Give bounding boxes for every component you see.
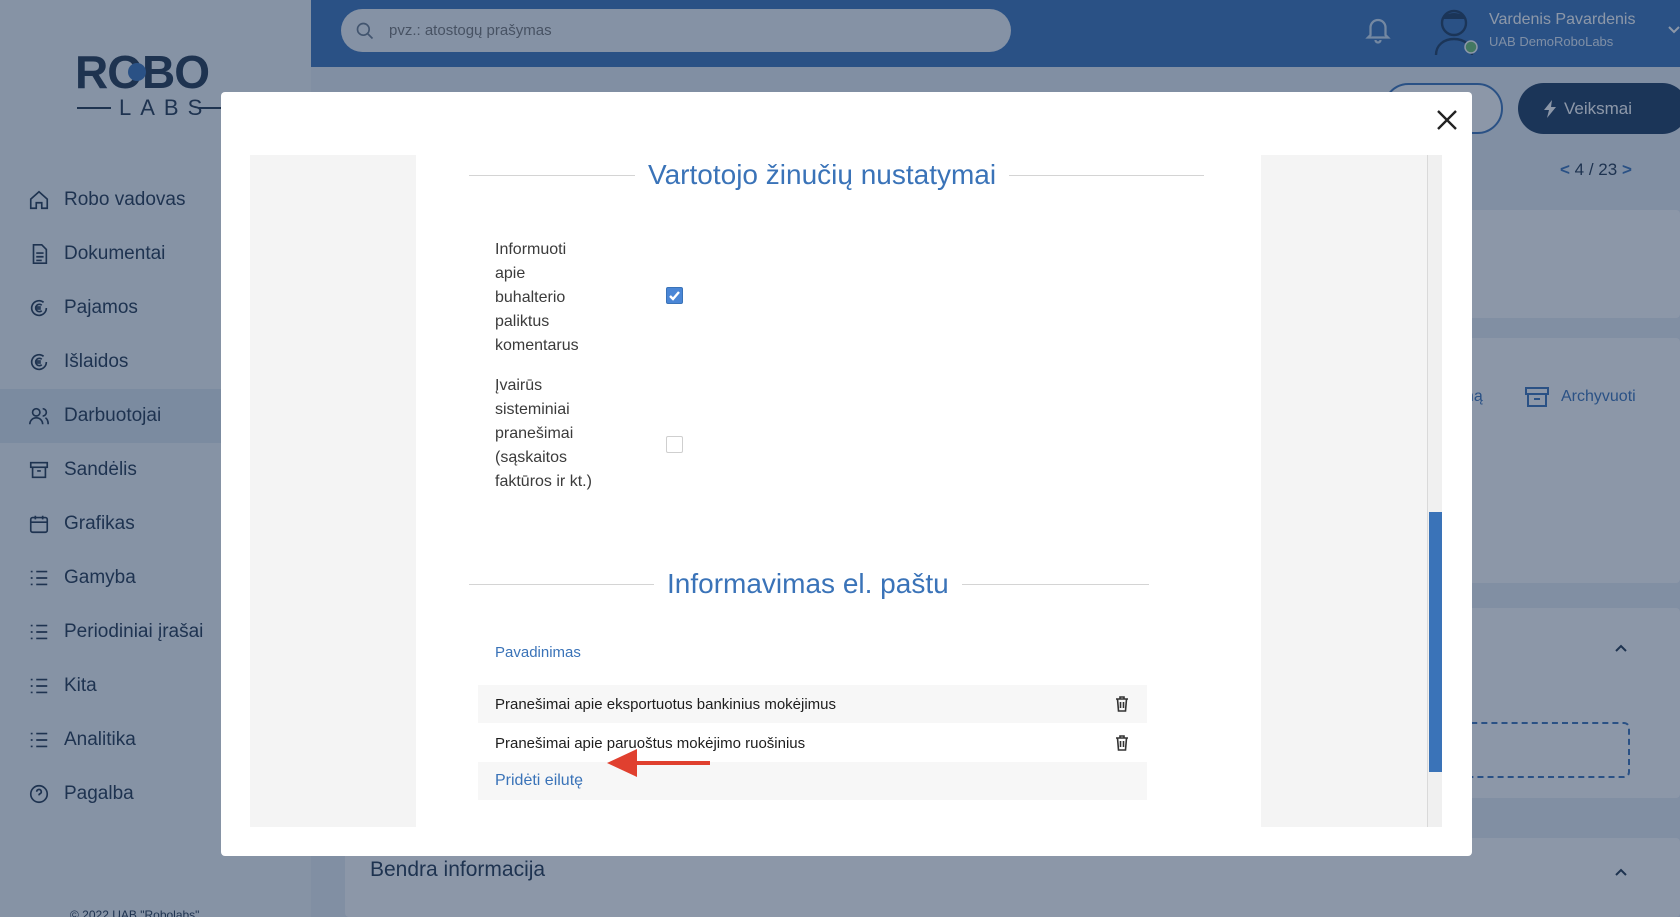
annotation-arrow-icon xyxy=(607,749,710,777)
trash-icon[interactable] xyxy=(1115,696,1129,712)
settings-panel: Vartotojo žinučių nustatymai Informuoti … xyxy=(416,155,1261,827)
trash-icon[interactable] xyxy=(1115,735,1129,751)
accountant-comments-checkbox[interactable] xyxy=(666,287,683,304)
section-heading: Informavimas el. paštu xyxy=(469,564,1149,604)
add-row-link[interactable]: Pridėti eilutę xyxy=(478,762,1147,800)
annotation-arrow-head xyxy=(607,749,637,777)
scrollbar[interactable] xyxy=(1427,155,1442,827)
close-button[interactable] xyxy=(1434,107,1460,133)
table-row: Pranešimai apie eksportuotus bankinius m… xyxy=(478,685,1147,723)
close-icon xyxy=(1437,110,1457,130)
section-title-notifications: Vartotojo žinučių nustatymai xyxy=(648,159,997,190)
settings-modal: Vartotojo žinučių nustatymai Informuoti … xyxy=(221,92,1472,856)
setting-label: Įvairūs sisteminiai pranešimai (sąskaito… xyxy=(495,377,592,490)
checkmark-icon xyxy=(669,291,680,301)
table-row: Pranešimai apie paruoštus mokėjimo ruoši… xyxy=(478,724,1147,762)
setting-label: Informuoti apie buhalterio paliktus kome… xyxy=(495,241,579,354)
modal-body: Vartotojo žinučių nustatymai Informuoti … xyxy=(250,155,1429,827)
system-messages-checkbox[interactable] xyxy=(666,436,683,453)
table-cell: Pranešimai apie eksportuotus bankinius m… xyxy=(495,695,837,713)
section-title-email: Informavimas el. paštu xyxy=(667,568,949,599)
section-heading: Vartotojo žinučių nustatymai xyxy=(469,155,1204,195)
scrollbar-thumb[interactable] xyxy=(1429,512,1442,772)
table-column-header: Pavadinimas xyxy=(495,644,581,661)
